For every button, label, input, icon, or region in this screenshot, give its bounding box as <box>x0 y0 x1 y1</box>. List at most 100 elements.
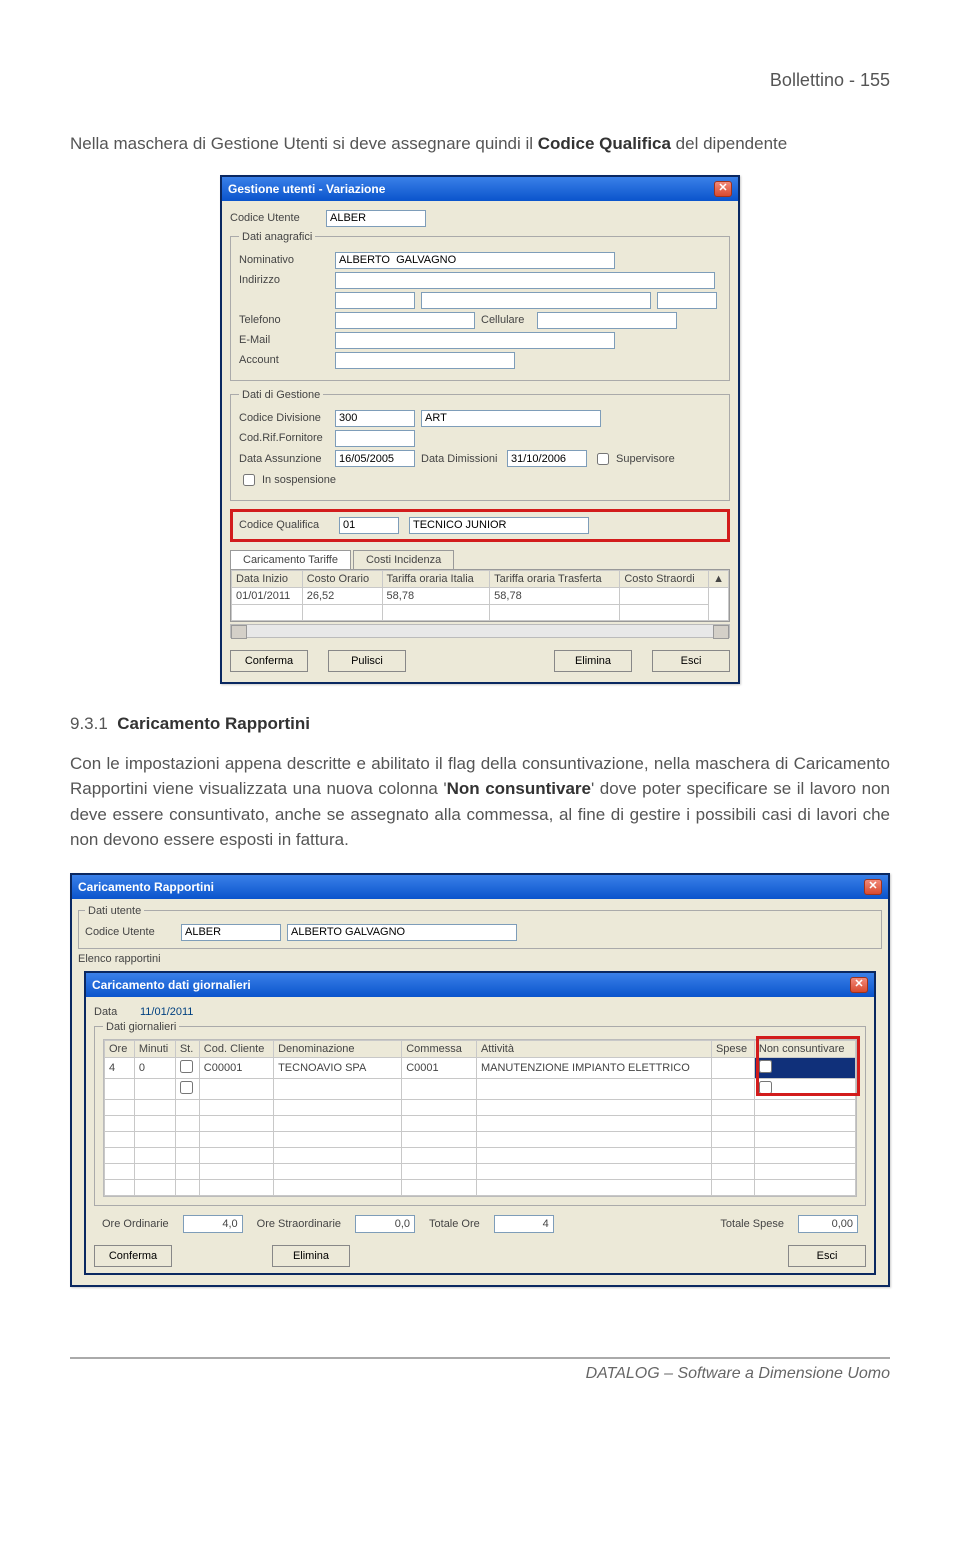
cell-denominazione[interactable]: TECNOAVIO SPA <box>274 1057 402 1078</box>
window-gestione-utenti: Gestione utenti - Variazione ✕ Codice Ut… <box>220 175 740 684</box>
conferma-button-2[interactable]: Conferma <box>94 1245 172 1267</box>
legend-dati-anagrafici: Dati anagrafici <box>239 231 315 243</box>
codice-utente-input[interactable] <box>326 210 426 227</box>
cell-minuti[interactable]: 0 <box>134 1057 175 1078</box>
cell-data-inizio[interactable]: 01/01/2011 <box>232 587 303 604</box>
nominativo-input[interactable] <box>335 252 615 269</box>
close-icon[interactable]: ✕ <box>714 181 732 197</box>
label-codice-qualifica: Codice Qualifica <box>239 519 329 531</box>
col-cod-cliente: Cod. Cliente <box>199 1040 273 1057</box>
telefono-input[interactable] <box>335 312 475 329</box>
tab-costi[interactable]: Costi Incidenza <box>353 550 454 569</box>
ore-straord-value: 0,0 <box>355 1215 415 1233</box>
email-input[interactable] <box>335 332 615 349</box>
section-heading: 9.3.1 Caricamento Rapportini <box>70 714 890 734</box>
intro-post: del dipendente <box>671 134 787 153</box>
col-costo-straord: Costo Straordi <box>620 570 709 587</box>
codice-utente2-input[interactable] <box>181 924 281 941</box>
codice-qualifica-input[interactable] <box>339 517 399 534</box>
col-tariffa-trasferta: Tariffa oraria Trasferta <box>490 570 620 587</box>
data-dimissioni-input[interactable] <box>507 450 587 467</box>
cell-commessa[interactable]: C0001 <box>402 1057 477 1078</box>
label-data: Data <box>94 1006 134 1018</box>
col-spese: Spese <box>711 1040 754 1057</box>
tab-tariffe[interactable]: Caricamento Tariffe <box>230 550 351 569</box>
tariffe-grid[interactable]: Data Inizio Costo Orario Tariffa oraria … <box>231 570 729 621</box>
cell-costo-orario[interactable]: 26,52 <box>302 587 382 604</box>
legend-dati-utente: Dati utente <box>85 905 144 917</box>
cellulare-input[interactable] <box>537 312 677 329</box>
codice-divisione-input[interactable] <box>335 410 415 427</box>
window-caricamento-rapportini: Caricamento Rapportini ✕ Dati utente Cod… <box>70 873 890 1287</box>
in-sospensione-checkbox[interactable]: In sospensione <box>239 471 336 489</box>
label-codice-utente: Codice Utente <box>230 212 320 224</box>
label-cod-rif-fornitore: Cod.Rif.Fornitore <box>239 432 329 444</box>
label-telefono: Telefono <box>239 314 329 326</box>
totale-spese-value: 0,00 <box>798 1215 858 1233</box>
cell-attivita[interactable]: MANUTENZIONE IMPIANTO ELETTRICO <box>476 1057 711 1078</box>
legend-dati-gestione: Dati di Gestione <box>239 389 323 401</box>
scrollbar-vertical[interactable] <box>709 587 729 620</box>
label-elenco-rapportini: Elenco rapportini <box>78 953 882 965</box>
cod-rif-fornitore-input[interactable] <box>335 430 415 447</box>
cell-ore[interactable]: 4 <box>105 1057 135 1078</box>
cell-costo-straord[interactable] <box>620 587 709 604</box>
col-data-inizio: Data Inizio <box>232 570 303 587</box>
esci-button[interactable]: Esci <box>652 650 730 672</box>
totals-row: Ore Ordinarie 4,0 Ore Straordinarie 0,0 … <box>94 1209 866 1239</box>
highlight-codice-qualifica: Codice Qualifica <box>230 509 730 542</box>
esci-button-2[interactable]: Esci <box>788 1245 866 1267</box>
col-tariffa-italia: Tariffa oraria Italia <box>382 570 490 587</box>
label-supervisore: Supervisore <box>616 453 675 465</box>
scrollbar-horizontal[interactable] <box>230 624 730 638</box>
label-ore-ordinarie: Ore Ordinarie <box>102 1218 169 1230</box>
window-caricamento-dati-giornalieri: Caricamento dati giornalieri ✕ Data 11/0… <box>84 971 876 1275</box>
codice-qualifica-desc[interactable] <box>409 517 589 534</box>
section-title: Caricamento Rapportini <box>117 714 310 733</box>
indirizzo-input[interactable] <box>335 272 715 289</box>
account-input[interactable] <box>335 352 515 369</box>
data-value: 11/01/2011 <box>140 1006 193 1018</box>
label-totale-ore: Totale Ore <box>429 1218 480 1230</box>
in-sospensione-input[interactable] <box>243 474 255 486</box>
conferma-button[interactable]: Conferma <box>230 650 308 672</box>
citta-input[interactable] <box>421 292 651 309</box>
giornalieri-grid[interactable]: Ore Minuti St. Cod. Cliente Denominazion… <box>104 1040 856 1196</box>
label-codice-divisione: Codice Divisione <box>239 412 329 424</box>
col-commessa: Commessa <box>402 1040 477 1057</box>
non-consuntivare-checkbox[interactable] <box>759 1060 772 1073</box>
section-paragraph: Con le impostazioni appena descritte e a… <box>70 751 890 853</box>
supervisore-input[interactable] <box>597 453 609 465</box>
col-denominazione: Denominazione <box>274 1040 402 1057</box>
intro-pre: Nella maschera di Gestione Utenti si dev… <box>70 134 538 153</box>
scroll-up-icon[interactable]: ▲ <box>709 570 729 587</box>
cell-tariffa-trasferta[interactable]: 58,78 <box>490 587 620 604</box>
elimina-button-2[interactable]: Elimina <box>272 1245 350 1267</box>
label-data-assunzione: Data Assunzione <box>239 453 329 465</box>
st-checkbox-2[interactable] <box>180 1081 193 1094</box>
col-minuti: Minuti <box>134 1040 175 1057</box>
codice-divisione-desc[interactable] <box>421 410 601 427</box>
legend-dati-giornalieri: Dati giornalieri <box>103 1021 179 1033</box>
cell-cod-cliente[interactable]: C00001 <box>199 1057 273 1078</box>
group-dati-utente: Dati utente Codice Utente <box>78 905 882 949</box>
col-st: St. <box>175 1040 199 1057</box>
close-icon[interactable]: ✕ <box>864 879 882 895</box>
cell-non-consuntivare[interactable] <box>754 1057 855 1078</box>
st-checkbox[interactable] <box>180 1060 193 1073</box>
pulisci-button[interactable]: Pulisci <box>328 650 406 672</box>
nome-utente2-input[interactable] <box>287 924 517 941</box>
group-dati-gestione: Dati di Gestione Codice Divisione Cod.Ri… <box>230 389 730 501</box>
data-assunzione-input[interactable] <box>335 450 415 467</box>
close-icon[interactable]: ✕ <box>850 977 868 993</box>
cell-tariffa-italia[interactable]: 58,78 <box>382 587 490 604</box>
cell-spese[interactable] <box>711 1057 754 1078</box>
label-codice-utente2: Codice Utente <box>85 926 175 938</box>
prov-input[interactable] <box>657 292 717 309</box>
cell-st[interactable] <box>175 1057 199 1078</box>
non-consuntivare-checkbox-2[interactable] <box>759 1081 772 1094</box>
group-dati-anagrafici: Dati anagrafici Nominativo Indirizzo Tel… <box>230 231 730 381</box>
cap-input[interactable] <box>335 292 415 309</box>
supervisore-checkbox[interactable]: Supervisore <box>593 450 675 468</box>
elimina-button[interactable]: Elimina <box>554 650 632 672</box>
